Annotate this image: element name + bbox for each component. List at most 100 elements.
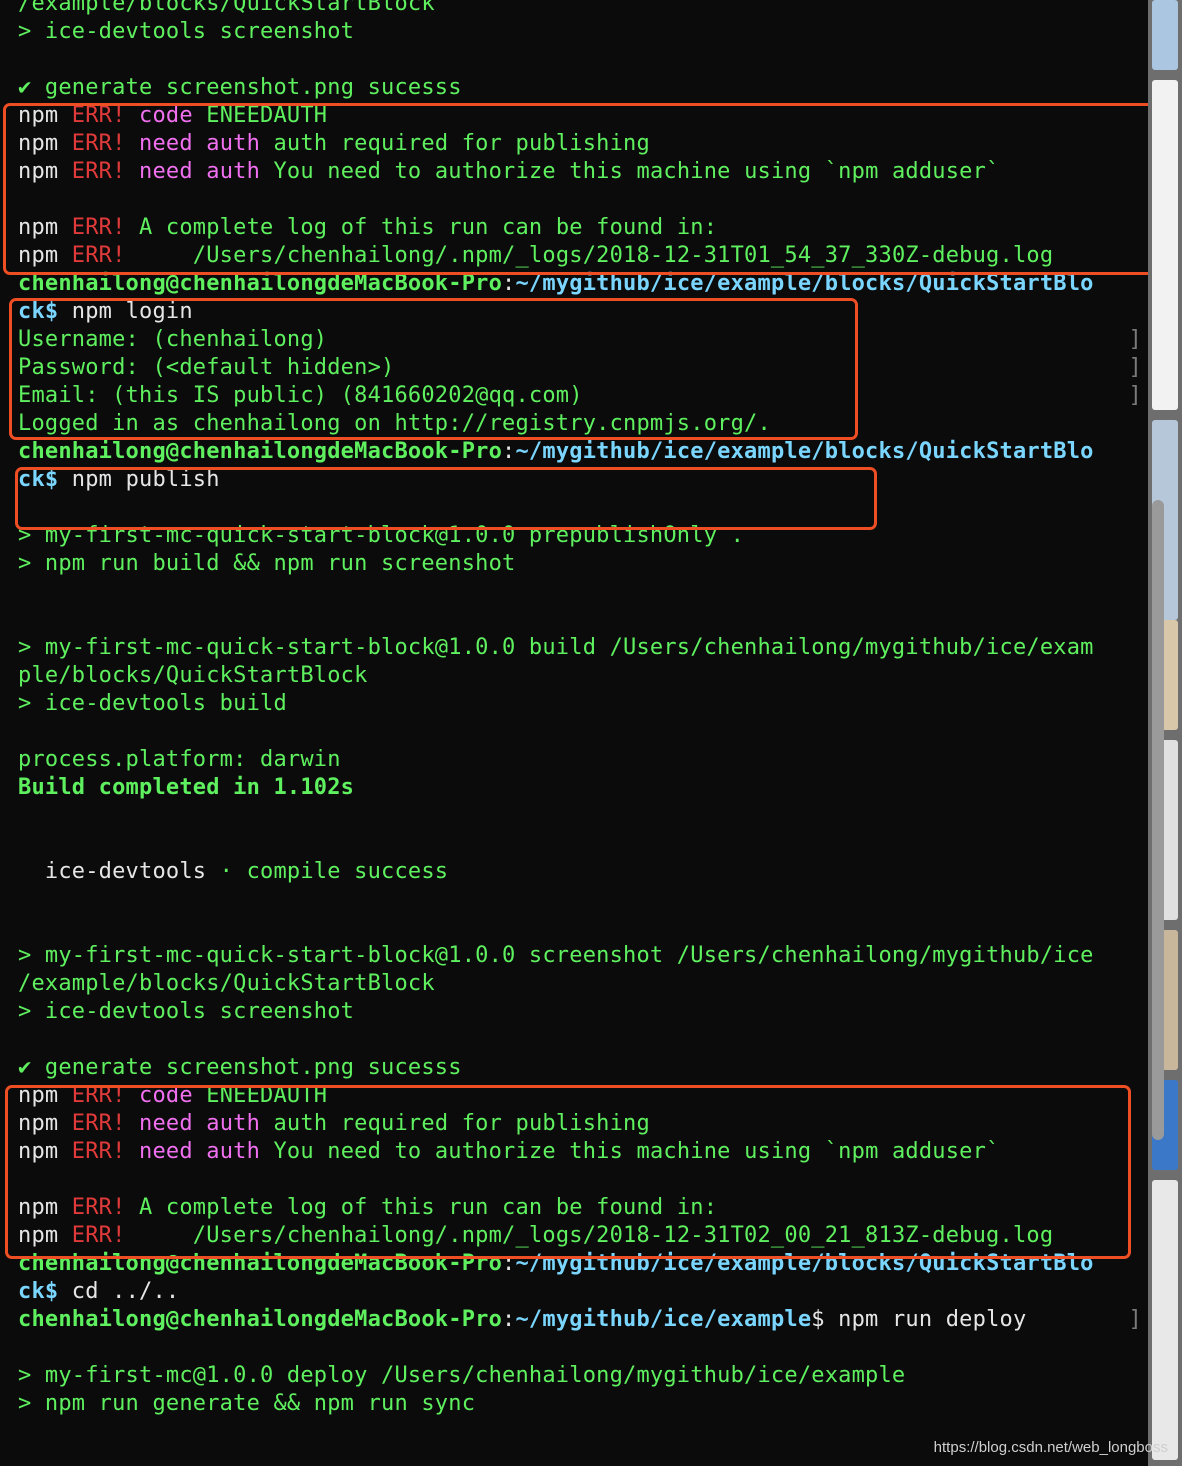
terminal-line: ✔ generate screenshot.png sucesss: [0, 1054, 1148, 1082]
err-code: need: [139, 1111, 207, 1136]
terminal-line: ck$ npm publish: [0, 466, 1148, 494]
terminal-line: npm ERR! need auth You need to authorize…: [0, 1138, 1148, 1166]
terminal-window[interactable]: /example/blocks/QuickStartBlock > ice-dev…: [0, 0, 1148, 1466]
npm-label: npm: [18, 103, 72, 128]
err-label: ERR!: [71, 1195, 140, 1220]
bracket-mark: ]: [1128, 327, 1142, 352]
err-code: auth: [206, 159, 274, 184]
terminal-line: chenhailong@chenhailongdeMacBook-Pro:~/m…: [0, 438, 1148, 466]
output-text: Build completed in 1.102s: [18, 775, 355, 800]
bracket-mark: ]: [1128, 383, 1142, 408]
err-label: ERR!: [71, 1083, 140, 1108]
terminal-line: npm ERR! code ENEEDAUTH: [0, 1082, 1148, 1110]
terminal-line: > npm run generate && npm run sync: [0, 1390, 1148, 1418]
err-label: ERR!: [71, 1139, 140, 1164]
err-label: ERR!: [71, 1111, 140, 1136]
output-text: > my-first-mc-quick-start-block@1.0.0 pr…: [18, 523, 745, 548]
prompt-user: chenhailong@chenhailongdeMacBook-Pro: [18, 1307, 503, 1332]
separator-dot: ·: [206, 859, 247, 884]
npm-label: npm: [18, 1223, 72, 1248]
err-message: /Users/chenhailong/.npm/_logs/2018-12-31…: [139, 1223, 1054, 1248]
err-code: code: [139, 103, 207, 128]
terminal-line: Logged in as chenhailong on http://regis…: [0, 410, 1148, 438]
command-text: npm login: [58, 299, 193, 324]
prompt-sep: :: [502, 1307, 516, 1332]
output-text: > my-first-mc@1.0.0 deploy /Users/chenha…: [18, 1363, 906, 1388]
prompt-path: ck$: [18, 467, 59, 492]
prompt-path: ~/mygithub/ice/example/blocks/QuickStart…: [515, 1251, 1094, 1276]
terminal-line: chenhailong@chenhailongdeMacBook-Pro:~/m…: [0, 1250, 1148, 1278]
terminal-line: Build completed in 1.102s: [0, 774, 1148, 802]
err-message: /Users/chenhailong/.npm/_logs/2018-12-31…: [139, 243, 1054, 268]
err-code: need: [139, 1139, 207, 1164]
prompt-path: ck$: [18, 299, 59, 324]
npm-label: npm: [18, 1083, 72, 1108]
terminal-line: > my-first-mc-quick-start-block@1.0.0 sc…: [0, 942, 1148, 970]
npm-label: npm: [18, 159, 72, 184]
terminal-line: npm ERR! A complete log of this run can …: [0, 1194, 1148, 1222]
terminal-line: npm ERR! need auth auth required for pub…: [0, 1110, 1148, 1138]
terminal-line: ice-devtools · compile success: [0, 858, 1148, 886]
terminal-line: /example/blocks/QuickStartBlock: [0, 0, 1148, 18]
terminal-scrollbar[interactable]: [1152, 500, 1164, 1140]
output-text: > ice-devtools screenshot: [18, 999, 355, 1024]
npm-label: npm: [18, 215, 72, 240]
terminal-line: > npm run build && npm run screenshot: [0, 550, 1148, 578]
err-code: code: [139, 1083, 207, 1108]
err-code: ENEEDAUTH: [206, 1083, 328, 1108]
check-icon: ✔: [18, 1055, 32, 1080]
terminal-line: > ice-devtools screenshot: [0, 998, 1148, 1026]
err-message: You need to authorize this machine using…: [273, 159, 1000, 184]
err-message: You need to authorize this machine using…: [273, 1139, 1000, 1164]
err-code: need: [139, 131, 207, 156]
npm-label: npm: [18, 131, 72, 156]
prompt-user: chenhailong@chenhailongdeMacBook-Pro: [18, 1251, 503, 1276]
prompt-sep: :: [502, 1251, 516, 1276]
terminal-line: ck$ cd ../..: [0, 1278, 1148, 1306]
prompt-user: chenhailong@chenhailongdeMacBook-Pro: [18, 271, 503, 296]
terminal-line: ple/blocks/QuickStartBlock: [0, 662, 1148, 690]
prompt-path: ~/mygithub/ice/example/blocks/QuickStart…: [515, 439, 1094, 464]
err-code: ENEEDAUTH: [206, 103, 328, 128]
terminal-line: > ice-devtools build: [0, 690, 1148, 718]
err-message: auth required for publishing: [273, 131, 650, 156]
npm-label: npm: [18, 1111, 72, 1136]
output-text: > my-first-mc-quick-start-block@1.0.0 bu…: [18, 635, 1094, 660]
output-text: > ice-devtools screenshot: [18, 19, 355, 44]
err-code: auth: [206, 1111, 274, 1136]
output-text: Username: (chenhailong): [18, 327, 328, 352]
err-message: auth required for publishing: [273, 1111, 650, 1136]
command-text: npm publish: [58, 467, 220, 492]
npm-label: npm: [18, 243, 72, 268]
terminal-line: ✔ generate screenshot.png sucesss: [0, 74, 1148, 102]
output-text: /example/blocks/QuickStartBlock: [18, 971, 435, 996]
output-text: Logged in as chenhailong on http://regis…: [18, 411, 771, 436]
terminal-line: ck$ npm login: [0, 298, 1148, 326]
terminal-line: Password: (<default hidden>)]: [0, 354, 1148, 382]
err-label: ERR!: [71, 131, 140, 156]
output-text: > my-first-mc-quick-start-block@1.0.0 sc…: [18, 943, 1094, 968]
command-text: cd ../..: [58, 1279, 180, 1304]
output-text: ice-devtools: [18, 859, 207, 884]
prompt-path: ~/mygithub/ice/example/blocks/QuickStart…: [515, 271, 1094, 296]
err-code: need: [139, 159, 207, 184]
terminal-line: /example/blocks/QuickStartBlock: [0, 970, 1148, 998]
err-code: auth: [206, 1139, 274, 1164]
terminal-line: > my-first-mc-quick-start-block@1.0.0 bu…: [0, 634, 1148, 662]
output-text: ple/blocks/QuickStartBlock: [18, 663, 368, 688]
terminal-line: npm ERR! code ENEEDAUTH: [0, 102, 1148, 130]
terminal-line: Username: (chenhailong)]: [0, 326, 1148, 354]
err-label: ERR!: [71, 215, 140, 240]
prompt-path: ck$: [18, 1279, 59, 1304]
check-icon: ✔: [18, 75, 32, 100]
